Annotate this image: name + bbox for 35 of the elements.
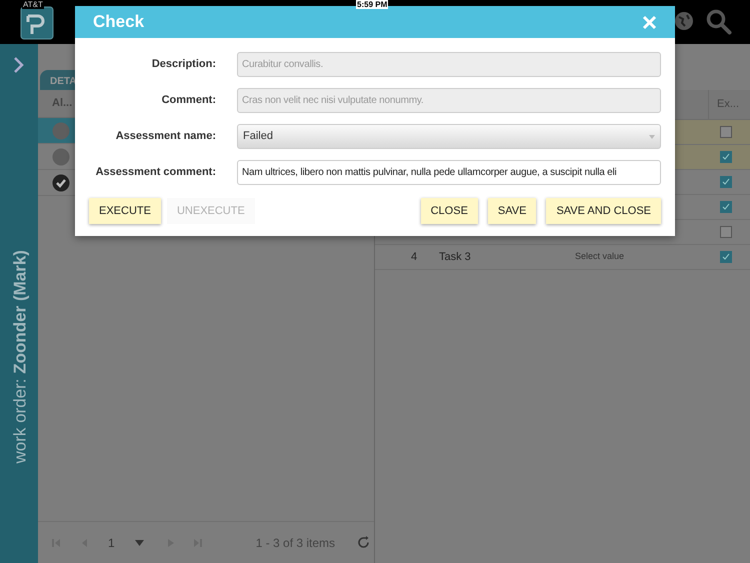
task-name: Task 3 — [439, 250, 472, 265]
input-field[interactable]: Nam ultrices, libero non mattis pulvinar, nulla pede ullamcorper augue, a suscipit nulla eli — [237, 160, 661, 185]
search-icon[interactable] — [706, 9, 732, 35]
caret-down-icon[interactable] — [134, 540, 144, 546]
time-text: 5:59 PM — [356, 0, 388, 9]
checkbox[interactable] — [720, 226, 732, 238]
check-circle-icon — [52, 174, 70, 192]
checkbox[interactable] — [720, 201, 732, 213]
dialog-button[interactable]: SAVE AND CLOSE — [546, 198, 661, 224]
field-label: Description: — [150, 57, 216, 72]
circle-icon — [52, 148, 70, 166]
pager-summary: 1 - 3 of 3 items — [256, 534, 336, 552]
dialog-button[interactable]: SAVE — [488, 198, 536, 224]
circle-icon — [52, 122, 70, 140]
field-label: Comment: — [160, 93, 216, 108]
sidebar-label: work order: Zoonder (Mark) — [9, 249, 30, 466]
caret-down-icon — [649, 134, 655, 138]
dialog-button[interactable]: CLOSE — [420, 198, 478, 224]
field-label: Assessment name: — [114, 129, 216, 144]
field-label: Assessment comment: — [94, 165, 216, 180]
carrier-text: AT&T — [22, 0, 44, 9]
chevron-right-icon[interactable] — [13, 56, 25, 74]
checkbox[interactable] — [720, 251, 732, 263]
checkbox[interactable] — [720, 126, 732, 138]
checkbox[interactable] — [720, 176, 732, 188]
logo-icon — [20, 6, 54, 40]
task-value: Select value — [575, 250, 624, 264]
dialog-button[interactable]: EXECUTE — [89, 198, 161, 224]
close-icon[interactable] — [642, 14, 657, 30]
globe-icon[interactable] — [674, 11, 694, 31]
dialog-title: Check — [93, 11, 144, 34]
task-number: 4 — [411, 250, 418, 265]
checkbox[interactable] — [720, 151, 732, 163]
select-field[interactable]: Failed — [237, 124, 661, 149]
refresh-icon[interactable] — [357, 536, 370, 549]
